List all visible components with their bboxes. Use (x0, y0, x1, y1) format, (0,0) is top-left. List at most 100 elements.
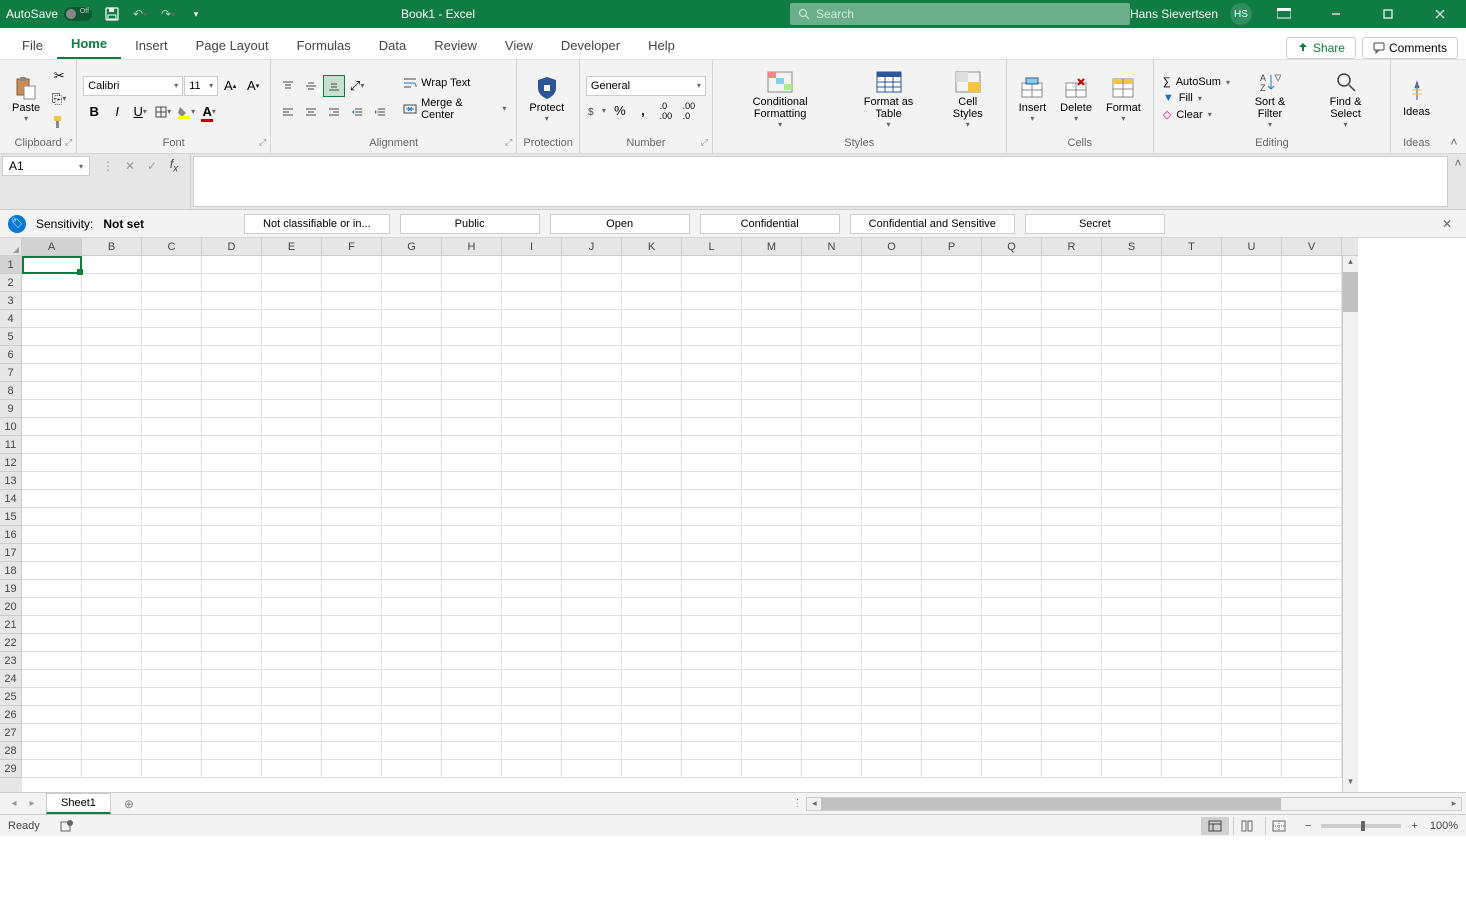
cell-F6[interactable] (322, 346, 382, 364)
cell-K17[interactable] (622, 544, 682, 562)
search-box[interactable]: Search (790, 3, 1130, 25)
column-header-O[interactable]: O (862, 238, 922, 256)
cell-O9[interactable] (862, 400, 922, 418)
cell-G6[interactable] (382, 346, 442, 364)
cell-C2[interactable] (142, 274, 202, 292)
cell-L16[interactable] (682, 526, 742, 544)
tab-insert[interactable]: Insert (121, 32, 182, 59)
cell-A25[interactable] (22, 688, 82, 706)
cell-T6[interactable] (1162, 346, 1222, 364)
cell-R3[interactable] (1042, 292, 1102, 310)
tab-page-layout[interactable]: Page Layout (182, 32, 283, 59)
tab-review[interactable]: Review (420, 32, 491, 59)
cell-R8[interactable] (1042, 382, 1102, 400)
column-header-M[interactable]: M (742, 238, 802, 256)
cell-M28[interactable] (742, 742, 802, 760)
column-header-E[interactable]: E (262, 238, 322, 256)
cell-I24[interactable] (502, 670, 562, 688)
cell-C11[interactable] (142, 436, 202, 454)
scroll-left-icon[interactable]: ◂ (807, 798, 821, 810)
save-icon[interactable] (102, 4, 122, 24)
select-all-button[interactable] (0, 238, 22, 256)
cell-H8[interactable] (442, 382, 502, 400)
cell-E1[interactable] (262, 256, 322, 274)
cell-N15[interactable] (802, 508, 862, 526)
cell-H15[interactable] (442, 508, 502, 526)
cell-V6[interactable] (1282, 346, 1342, 364)
cell-E13[interactable] (262, 472, 322, 490)
cell-H4[interactable] (442, 310, 502, 328)
cell-E2[interactable] (262, 274, 322, 292)
cell-F10[interactable] (322, 418, 382, 436)
cell-U8[interactable] (1222, 382, 1282, 400)
cell-P8[interactable] (922, 382, 982, 400)
ideas-button[interactable]: Ideas (1397, 64, 1436, 134)
cell-F3[interactable] (322, 292, 382, 310)
tab-formulas[interactable]: Formulas (283, 32, 365, 59)
cell-O21[interactable] (862, 616, 922, 634)
cell-F26[interactable] (322, 706, 382, 724)
sensitivity-option-confidential[interactable]: Confidential (700, 214, 840, 234)
cell-I26[interactable] (502, 706, 562, 724)
cell-G16[interactable] (382, 526, 442, 544)
cell-H21[interactable] (442, 616, 502, 634)
view-normal-icon[interactable] (1201, 817, 1229, 835)
row-header-1[interactable]: 1 (0, 256, 22, 274)
cell-S3[interactable] (1102, 292, 1162, 310)
cell-O22[interactable] (862, 634, 922, 652)
cell-P6[interactable] (922, 346, 982, 364)
cell-E27[interactable] (262, 724, 322, 742)
cell-T15[interactable] (1162, 508, 1222, 526)
cell-M5[interactable] (742, 328, 802, 346)
borders-icon[interactable]: ▾ (152, 101, 174, 123)
format-cells-button[interactable]: Format▾ (1100, 64, 1147, 134)
cell-K27[interactable] (622, 724, 682, 742)
cell-N11[interactable] (802, 436, 862, 454)
cell-G26[interactable] (382, 706, 442, 724)
cell-S1[interactable] (1102, 256, 1162, 274)
cell-J16[interactable] (562, 526, 622, 544)
autosum-button[interactable]: ∑ AutoSum ▾ (1160, 75, 1233, 89)
cell-A8[interactable] (22, 382, 82, 400)
cell-L20[interactable] (682, 598, 742, 616)
cell-S8[interactable] (1102, 382, 1162, 400)
underline-button[interactable]: U▾ (129, 101, 151, 123)
cell-E28[interactable] (262, 742, 322, 760)
cell-B6[interactable] (82, 346, 142, 364)
cell-A23[interactable] (22, 652, 82, 670)
cell-D10[interactable] (202, 418, 262, 436)
cell-N28[interactable] (802, 742, 862, 760)
cell-I6[interactable] (502, 346, 562, 364)
cell-A1[interactable] (22, 256, 82, 274)
cell-E29[interactable] (262, 760, 322, 778)
cell-D27[interactable] (202, 724, 262, 742)
cell-L18[interactable] (682, 562, 742, 580)
cell-O16[interactable] (862, 526, 922, 544)
row-header-9[interactable]: 9 (0, 400, 22, 418)
cell-N8[interactable] (802, 382, 862, 400)
cell-O7[interactable] (862, 364, 922, 382)
cell-U14[interactable] (1222, 490, 1282, 508)
cell-A28[interactable] (22, 742, 82, 760)
cell-E20[interactable] (262, 598, 322, 616)
cell-G13[interactable] (382, 472, 442, 490)
cell-G22[interactable] (382, 634, 442, 652)
cell-O17[interactable] (862, 544, 922, 562)
cell-M29[interactable] (742, 760, 802, 778)
column-header-F[interactable]: F (322, 238, 382, 256)
cell-F15[interactable] (322, 508, 382, 526)
cell-B28[interactable] (82, 742, 142, 760)
cell-N17[interactable] (802, 544, 862, 562)
cell-Q2[interactable] (982, 274, 1042, 292)
cell-O5[interactable] (862, 328, 922, 346)
cell-M12[interactable] (742, 454, 802, 472)
cell-O2[interactable] (862, 274, 922, 292)
cell-P18[interactable] (922, 562, 982, 580)
cell-O24[interactable] (862, 670, 922, 688)
cell-Q16[interactable] (982, 526, 1042, 544)
cell-D5[interactable] (202, 328, 262, 346)
cell-U26[interactable] (1222, 706, 1282, 724)
font-color-icon[interactable]: A▾ (198, 101, 220, 123)
hscroll-thumb[interactable] (821, 798, 1281, 810)
cell-B21[interactable] (82, 616, 142, 634)
